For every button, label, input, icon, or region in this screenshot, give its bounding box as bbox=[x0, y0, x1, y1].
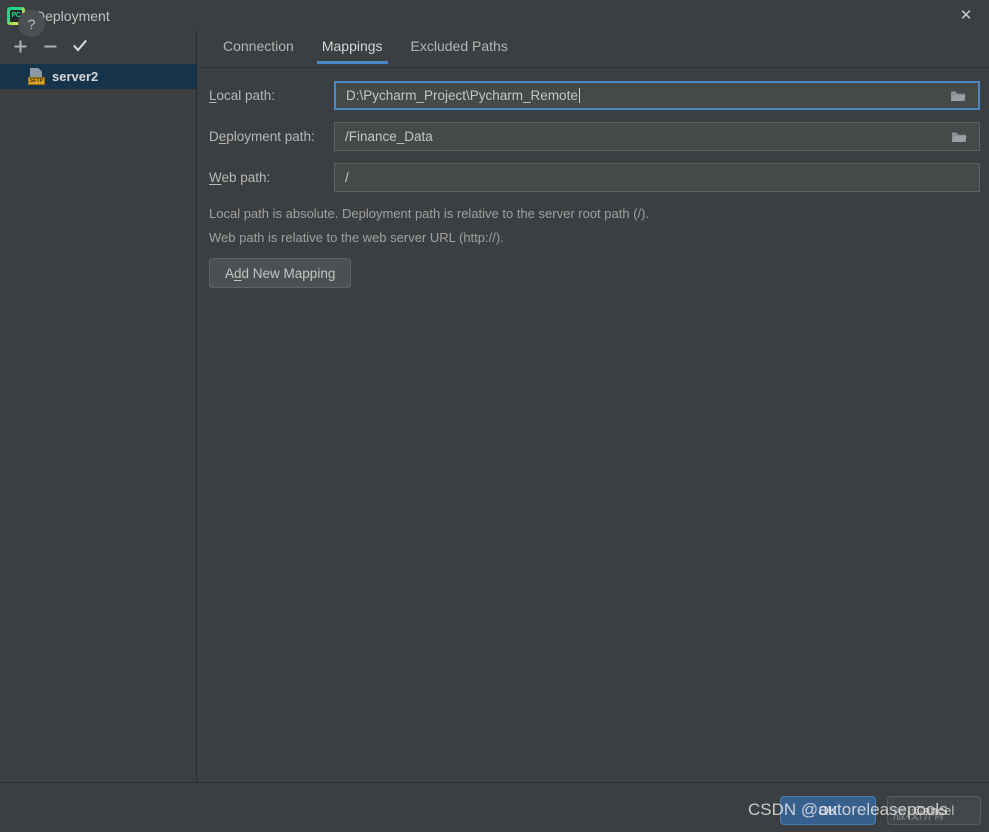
set-default-server-button[interactable] bbox=[66, 33, 94, 59]
deployment-path-row: Deployment path: /Finance_Data bbox=[209, 122, 980, 151]
web-path-label-text: eb path: bbox=[221, 170, 271, 185]
web-path-input[interactable]: / bbox=[334, 163, 980, 192]
local-path-input[interactable]: D:\Pycharm_Project\Pycharm_Remote bbox=[334, 81, 980, 110]
local-path-label-text: ocal path: bbox=[216, 88, 276, 103]
ok-button[interactable]: OK bbox=[780, 796, 876, 825]
sftp-badge-label: SFTP bbox=[28, 77, 45, 85]
cancel-button[interactable]: Cancel bbox=[887, 796, 981, 825]
deployment-path-input[interactable]: /Finance_Data bbox=[334, 122, 980, 151]
mappings-hint-line1: Local path is absolute. Deployment path … bbox=[209, 206, 650, 221]
title-bar: PC Deployment ✕ bbox=[0, 0, 989, 31]
deployment-path-label-prefix: D bbox=[209, 129, 219, 144]
sftp-icon: SFTP bbox=[28, 68, 45, 85]
check-icon bbox=[73, 39, 87, 52]
tab-bar: Connection Mappings Excluded Paths bbox=[198, 31, 989, 68]
server-list: SFTP server2 bbox=[0, 64, 196, 89]
mappings-form: Local path: D:\Pycharm_Project\Pycharm_R… bbox=[198, 68, 989, 288]
settings-panel: Connection Mappings Excluded Paths Local… bbox=[198, 31, 989, 782]
add-new-mapping-prefix: A bbox=[225, 265, 235, 281]
tab-excluded-paths[interactable]: Excluded Paths bbox=[397, 31, 522, 64]
minus-icon bbox=[44, 45, 56, 47]
web-path-row: Web path: / bbox=[209, 163, 980, 192]
web-path-value: / bbox=[345, 170, 349, 185]
local-path-label-mnemonic: L bbox=[209, 88, 217, 103]
server-list-item-label: server2 bbox=[52, 69, 99, 84]
local-path-row: Local path: D:\Pycharm_Project\Pycharm_R… bbox=[209, 81, 980, 110]
add-new-mapping-mnemonic: d bbox=[234, 265, 242, 281]
add-new-mapping-button[interactable]: Add New Mapping bbox=[209, 258, 352, 288]
folder-icon bbox=[951, 91, 966, 101]
add-new-mapping-suffix: d New Mapping bbox=[241, 265, 336, 281]
server-list-item-server2[interactable]: SFTP server2 bbox=[0, 64, 196, 89]
local-path-value: D:\Pycharm_Project\Pycharm_Remote bbox=[346, 88, 578, 103]
mappings-hint-line2: Web path is relative to the web server U… bbox=[209, 230, 504, 245]
text-caret bbox=[578, 88, 580, 103]
local-path-browse-button[interactable] bbox=[938, 83, 978, 108]
web-path-label-mnemonic: W bbox=[209, 170, 222, 185]
local-path-label: Local path: bbox=[209, 88, 334, 103]
tab-connection[interactable]: Connection bbox=[209, 31, 308, 64]
deployment-dialog: PC Deployment ✕ SFTP server2 Connection … bbox=[0, 0, 989, 832]
plus-icon bbox=[14, 40, 26, 52]
server-list-panel: SFTP server2 bbox=[0, 31, 197, 782]
folder-icon bbox=[952, 132, 967, 142]
close-icon[interactable]: ✕ bbox=[943, 0, 989, 31]
deployment-path-browse-button[interactable] bbox=[939, 123, 979, 150]
help-button[interactable]: ? bbox=[18, 10, 45, 37]
deployment-path-label: Deployment path: bbox=[209, 129, 334, 144]
deployment-path-value: /Finance_Data bbox=[345, 129, 433, 144]
remove-server-button[interactable] bbox=[36, 33, 64, 59]
window-title: Deployment bbox=[35, 7, 110, 24]
deployment-path-label-text: ployment path: bbox=[226, 129, 315, 144]
web-path-label: Web path: bbox=[209, 170, 334, 185]
tab-mappings[interactable]: Mappings bbox=[308, 31, 397, 64]
